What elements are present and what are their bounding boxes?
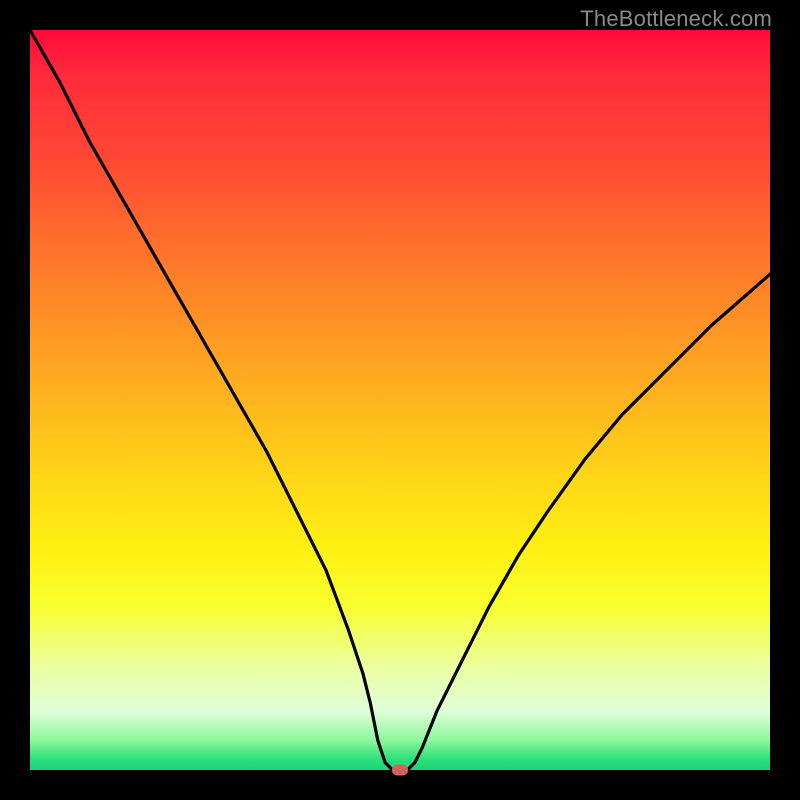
bottleneck-curve <box>30 30 770 770</box>
chart-frame: TheBottleneck.com <box>0 0 800 800</box>
watermark-text: TheBottleneck.com <box>580 6 772 32</box>
plot-area <box>30 30 770 770</box>
optimal-point-marker <box>392 765 408 776</box>
